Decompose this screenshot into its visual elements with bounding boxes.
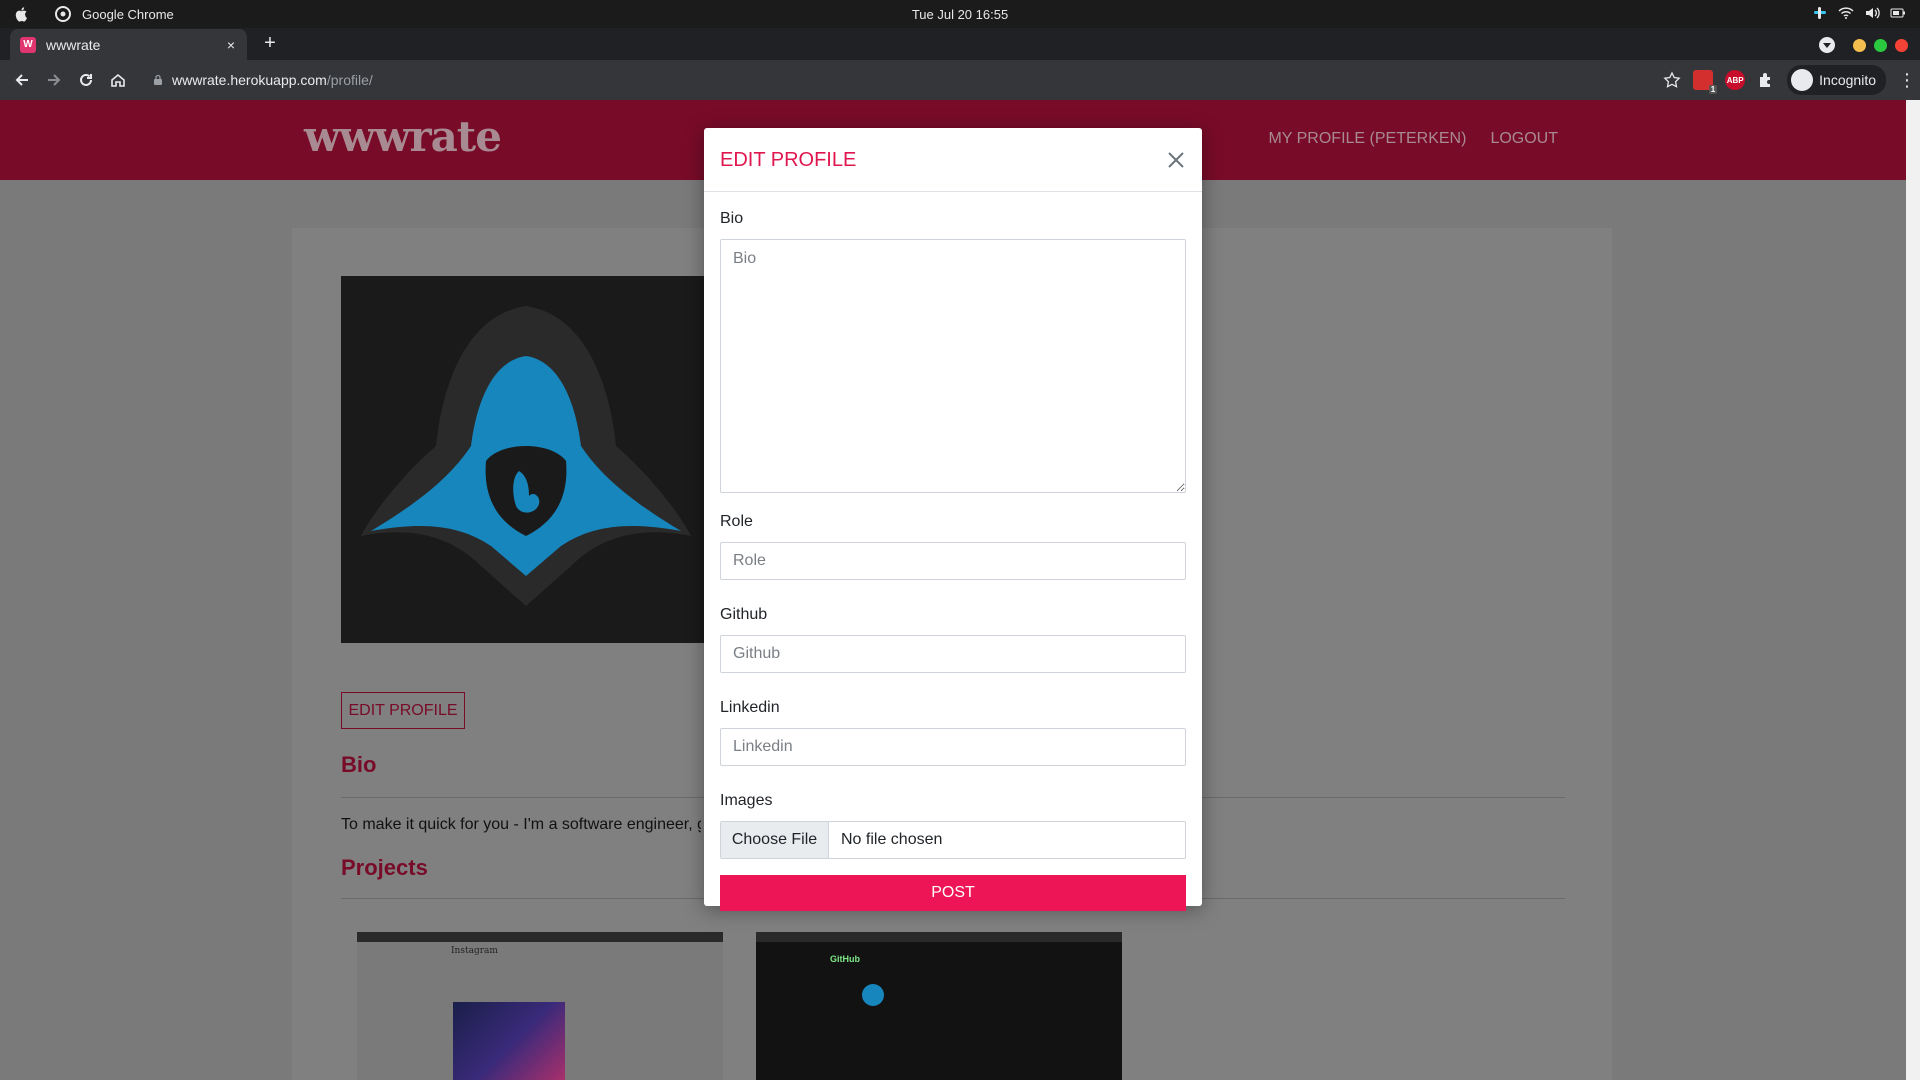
arrow-left-icon (15, 74, 28, 86)
nav-my-profile-link[interactable]: MY PROFILE (PETERKEN) (1268, 130, 1466, 148)
bio-text: To make it quick for you - I'm a softwar… (341, 816, 701, 833)
edit-profile-button[interactable]: EDIT PROFILE (341, 692, 465, 729)
menu-icon[interactable]: ⋮ (1898, 70, 1916, 91)
project-thumbnail-label: GitHub (830, 954, 860, 964)
os-tray (1812, 5, 1906, 21)
extension-badge-count: 1 (1708, 85, 1718, 94)
close-icon[interactable] (1164, 148, 1188, 172)
adblock-plus-icon[interactable]: ABP (1725, 70, 1746, 90)
extension-badge-icon[interactable]: 1 (1693, 70, 1718, 94)
edit-profile-form: Bio Role Github Linkedin Images Choose F… (704, 192, 1202, 911)
forward-button[interactable] (38, 64, 70, 96)
tab-close-icon[interactable]: × (221, 37, 241, 53)
linkedin-label: Linkedin (720, 699, 780, 716)
project-thumbnail-avatar-icon (862, 984, 884, 1006)
nav-logout-link[interactable]: LOGOUT (1490, 130, 1558, 148)
role-label: Role (720, 513, 753, 530)
page-scrollbar[interactable] (1906, 100, 1920, 1080)
back-button[interactable] (6, 64, 38, 96)
maximize-button[interactable] (1874, 38, 1887, 52)
github-label: Github (720, 606, 768, 623)
os-clock[interactable]: Tue Jul 20 16:55 (0, 7, 1920, 22)
address-bar[interactable]: wwwrate.herokuapp.com/profile/ (140, 64, 1625, 96)
site-logo[interactable]: wwwrate (304, 112, 502, 161)
tab-strip: W wwwrate × + (0, 28, 1920, 60)
close-window-button[interactable] (1895, 38, 1908, 52)
home-button[interactable] (102, 64, 134, 96)
arrow-right-icon (48, 74, 61, 86)
battery-icon[interactable] (1890, 5, 1906, 21)
project-card-instagram[interactable]: Instagram (357, 932, 723, 1080)
modal-header: EDIT PROFILE (704, 128, 1202, 192)
bio-textarea[interactable] (720, 239, 1186, 493)
toolbar-right: 1 ABP Incognito ⋮ (1663, 64, 1916, 96)
browser-toolbar: wwwrate.herokuapp.com/profile/ 1 ABP Inc… (0, 60, 1920, 100)
bio-heading: Bio (341, 752, 377, 777)
lock-icon[interactable] (152, 74, 164, 86)
os-top-bar: Google Chrome Tue Jul 20 16:55 (0, 0, 1920, 28)
images-label: Images (720, 792, 773, 809)
wwwrate-favicon-icon: W (20, 36, 36, 53)
images-file-input[interactable]: Choose File No file chosen (720, 821, 1186, 859)
tab-wwwrate[interactable]: W wwwrate × (10, 29, 247, 60)
file-status: No file chosen (841, 831, 943, 848)
puzzle-icon[interactable] (1757, 71, 1775, 89)
profile-avatar (341, 276, 711, 643)
star-icon[interactable] (1663, 71, 1681, 89)
home-icon (111, 73, 125, 87)
post-button[interactable]: POST (720, 875, 1186, 911)
site-nav-links: MY PROFILE (PETERKEN) LOGOUT (1268, 130, 1558, 148)
choose-file-button[interactable]: Choose File (721, 822, 829, 858)
reload-button[interactable] (70, 64, 102, 96)
wifi-icon[interactable] (1838, 5, 1854, 21)
modal-title: EDIT PROFILE (720, 149, 857, 171)
incognito-label: Incognito (1819, 72, 1876, 88)
project-thumbnail-image (453, 1002, 565, 1080)
edit-profile-modal: EDIT PROFILE Bio Role Github Linkedin Im… (704, 128, 1202, 911)
new-tab-button[interactable]: + (258, 32, 282, 56)
url-host: wwwrate.herokuapp.com (172, 72, 327, 88)
slack-icon[interactable] (1812, 5, 1828, 21)
projects-heading: Projects (341, 855, 428, 880)
bio-label: Bio (720, 210, 744, 227)
volume-icon[interactable] (1864, 5, 1880, 21)
url-path: /profile/ (326, 72, 373, 88)
tab-title: wwwrate (46, 36, 101, 53)
linkedin-input[interactable] (720, 728, 1186, 766)
minimize-button[interactable] (1853, 38, 1866, 52)
tab-search-icon[interactable] (1819, 37, 1835, 53)
project-card-github[interactable]: GitHub (756, 932, 1122, 1080)
incognito-badge[interactable]: Incognito (1787, 65, 1886, 95)
reload-icon (80, 73, 92, 86)
hooded-assassin-avatar-icon (361, 306, 691, 606)
github-input[interactable] (720, 635, 1186, 673)
incognito-icon (1791, 69, 1814, 91)
project-thumbnail-label: Instagram (451, 946, 498, 956)
window-controls (1819, 37, 1908, 53)
role-input[interactable] (720, 542, 1186, 580)
